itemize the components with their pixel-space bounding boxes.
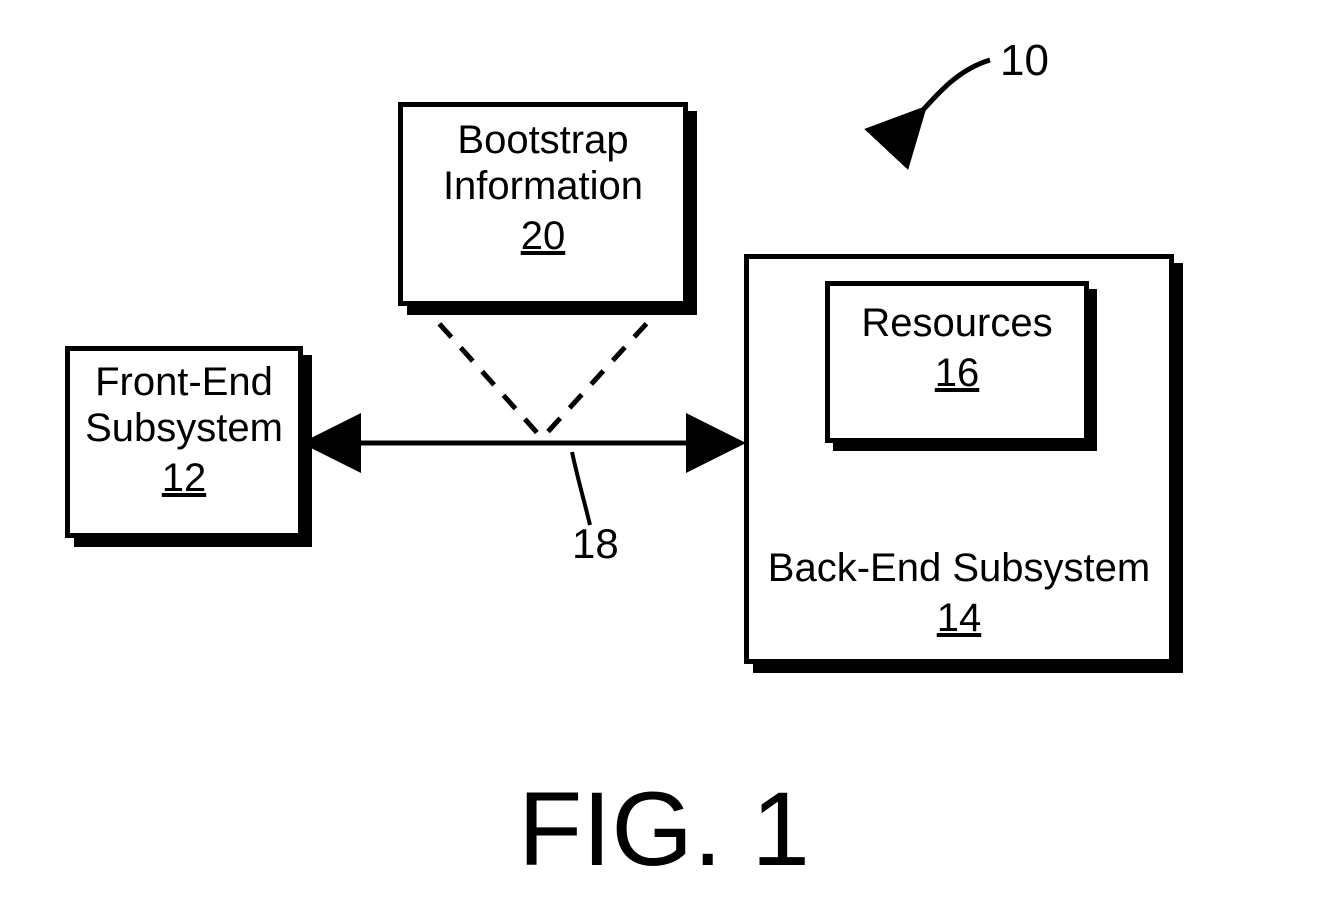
bootstrap-ref: 20 (403, 213, 683, 259)
dashed-right (544, 300, 668, 436)
bootstrap-line1: Bootstrap (403, 117, 683, 163)
link-ref-label: 18 (572, 520, 619, 568)
back-end-label-group: Back-End Subsystem 14 (749, 545, 1169, 641)
front-end-line1: Front-End (70, 359, 298, 405)
leader-link-18 (572, 452, 590, 525)
bootstrap-line2: Information (403, 163, 683, 209)
figure-label: FIG. 1 (0, 770, 1328, 890)
diagram-canvas: 10 Front-End Subsystem 12 Bootstrap Info… (0, 0, 1328, 919)
back-end-ref: 14 (749, 595, 1169, 641)
resources-box: Resources 16 (825, 281, 1089, 443)
front-end-line2: Subsystem (70, 405, 298, 451)
leader-arrow-system (923, 60, 990, 110)
system-ref-label: 10 (1000, 36, 1049, 86)
resources-line1: Resources (830, 300, 1084, 346)
dashed-left (418, 300, 540, 436)
back-end-line1: Back-End Subsystem (749, 545, 1169, 591)
front-end-ref: 12 (70, 455, 298, 501)
resources-ref: 16 (830, 350, 1084, 396)
front-end-box: Front-End Subsystem 12 (65, 346, 303, 538)
back-end-box: Resources 16 Back-End Subsystem 14 (744, 254, 1174, 664)
bootstrap-box: Bootstrap Information 20 (398, 102, 688, 306)
